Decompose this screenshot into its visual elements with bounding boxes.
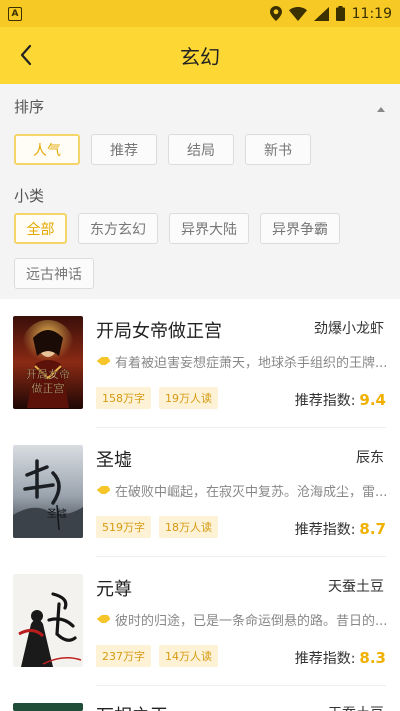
word-count-badge: 237万字 (96, 645, 151, 667)
score-label: 推荐指数: (294, 651, 356, 667)
book-item[interactable]: 开局女帝 做正宫 开局女帝做正宫 劲爆小龙虾 有着被迫害妄想症萧天，地球杀手组织… (0, 299, 400, 428)
subcategory-chip-all[interactable]: 全部 (14, 213, 67, 244)
book-stats: 158万字 19万人读 (96, 387, 218, 409)
reader-count-badge: 19万人读 (159, 387, 218, 409)
recommend-score: 推荐指数: 9.4 (295, 390, 386, 410)
subcategory-chip-ancient-myth[interactable]: 远古神话 (14, 258, 94, 289)
page-title: 玄幻 (180, 45, 220, 69)
status-bar: A 11:19 (0, 0, 400, 27)
book-author: 辰东 (356, 450, 384, 466)
score-value: 9.4 (359, 391, 386, 409)
score-label: 推荐指数: (294, 522, 356, 538)
score-label: 推荐指数: (294, 393, 356, 409)
book-item[interactable]: 圣墟 圣墟 辰东 在破败中崛起，在寂灭中复苏。沧海成尘，雷... 519万字 1… (0, 428, 400, 557)
app-header: 玄幻 (0, 27, 400, 84)
word-count-badge: 158万字 (96, 387, 151, 409)
location-icon (269, 6, 282, 21)
book-description: 在破败中崛起，在寂灭中复苏。沧海成尘，雷... (96, 481, 386, 500)
sort-chip-recommend[interactable]: 推荐 (91, 134, 157, 165)
book-description: 有着被迫害妄想症萧天，地球杀手组织的王牌... (96, 352, 386, 371)
book-title: 元尊 (96, 579, 132, 600)
back-button[interactable] (8, 37, 44, 73)
collapse-filter-button[interactable] (374, 100, 388, 112)
signal-icon (313, 6, 329, 21)
score-value: 8.7 (359, 520, 386, 538)
book-title: 万相之王 (96, 702, 168, 711)
book-title: 开局女帝做正宫 (96, 321, 222, 342)
subcategory-chips-row-1: 全部 东方玄幻 异界大陆 异界争霸 (14, 213, 340, 244)
book-item[interactable]: 元尊 天蚕土豆 彼时的归途，已是一条命运倒悬的路。昔日的... 237万字 14… (0, 557, 400, 686)
book-cover: 开局女帝 做正宫 (13, 316, 83, 409)
sort-chip-popular[interactable]: 人气 (14, 134, 80, 165)
tag-icon (96, 486, 110, 494)
subcategory-label: 小类 (14, 187, 45, 205)
book-cover (13, 703, 83, 711)
book-author: 天蚕土豆 (328, 579, 384, 595)
reader-count-badge: 14万人读 (159, 645, 218, 667)
recommend-score: 推荐指数: 8.7 (295, 519, 386, 539)
book-cover (13, 574, 83, 667)
book-stats: 237万字 14万人读 (96, 645, 218, 667)
app-notification-icon: A (8, 6, 22, 21)
chevron-left-icon (20, 44, 32, 66)
book-author: 天蚕土豆 (328, 703, 384, 711)
subcategory-chip-world-hegemony[interactable]: 异界争霸 (260, 213, 340, 244)
book-author: 劲爆小龙虾 (314, 321, 384, 337)
filter-panel: 排序 人气 推荐 结局 新书 小类 全部 东方玄幻 异界大陆 异界争霸 远古神话 (0, 84, 400, 299)
triangle-up-icon (377, 107, 385, 112)
tag-icon (96, 615, 110, 623)
book-cover: 圣墟 (13, 445, 83, 538)
book-list: 开局女帝 做正宫 开局女帝做正宫 劲爆小龙虾 有着被迫害妄想症萧天，地球杀手组织… (0, 299, 400, 711)
subcategory-chips-row-2: 远古神话 (14, 258, 94, 289)
sort-label: 排序 (14, 98, 45, 116)
wifi-icon (288, 6, 307, 21)
tag-icon (96, 357, 110, 365)
recommend-score: 推荐指数: 8.3 (295, 648, 386, 668)
book-title: 圣墟 (96, 450, 132, 471)
score-value: 8.3 (359, 649, 386, 667)
book-description: 彼时的归途，已是一条命运倒悬的路。昔日的... (96, 610, 386, 629)
book-item[interactable]: 万相之王 天蚕土豆 (0, 686, 400, 711)
word-count-badge: 519万字 (96, 516, 151, 538)
sort-chips: 人气 推荐 结局 新书 (14, 134, 311, 165)
book-stats: 519万字 18万人读 (96, 516, 218, 538)
subcategory-chip-other-world[interactable]: 异界大陆 (169, 213, 249, 244)
status-time: 11:19 (351, 5, 392, 22)
reader-count-badge: 18万人读 (159, 516, 218, 538)
svg-text:做正宫: 做正宫 (32, 381, 65, 395)
battery-icon (335, 6, 345, 21)
svg-text:开局女帝: 开局女帝 (26, 367, 70, 381)
subcategory-chip-eastern-fantasy[interactable]: 东方玄幻 (78, 213, 158, 244)
sort-chip-new[interactable]: 新书 (245, 134, 311, 165)
sort-chip-finished[interactable]: 结局 (168, 134, 234, 165)
